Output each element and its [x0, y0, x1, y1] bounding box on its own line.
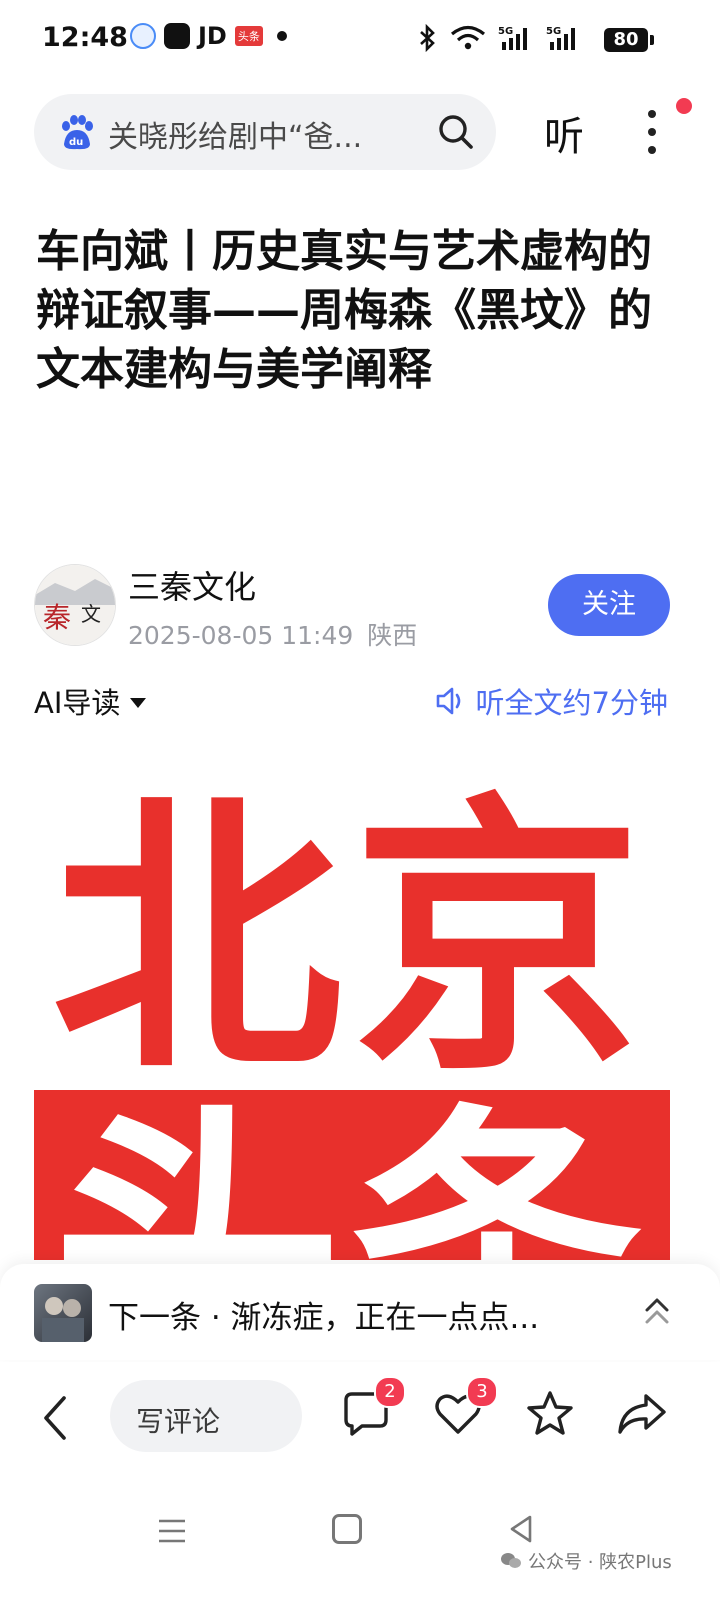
comment-count-badge: 2	[374, 1376, 406, 1408]
comment-input[interactable]: 写评论	[110, 1380, 302, 1452]
system-nav-bar: 公众号 · 陕农Plus	[0, 1486, 720, 1604]
signal-5g-icon-2: 5G	[546, 26, 575, 50]
browser-app-icon	[130, 23, 156, 49]
jd-app-icon: JD	[198, 22, 227, 50]
star-icon	[527, 1391, 573, 1435]
favorite-button[interactable]	[524, 1388, 576, 1440]
share-arrow-icon	[618, 1394, 666, 1434]
share-button[interactable]	[614, 1388, 666, 1440]
wechat-watermark: 公众号 · 陕农Plus	[500, 1548, 672, 1574]
beijing-toutiao-logo-image: 北京 头条	[34, 760, 670, 1260]
author-name[interactable]: 三秦文化	[128, 562, 256, 608]
wifi-icon	[450, 25, 486, 50]
search-bar[interactable]: du 关晓彤给剧中“爸...	[34, 94, 496, 170]
speaker-icon	[436, 687, 460, 715]
svg-text:5G: 5G	[498, 26, 513, 37]
home-button-icon[interactable]	[332, 1514, 362, 1544]
avatar-image: 秦 文	[35, 565, 115, 645]
status-indicators: 5G 5G	[418, 24, 582, 52]
notification-red-dot	[676, 98, 692, 114]
article-image[interactable]: 北京 头条	[34, 760, 670, 1260]
bottom-action-bar: 写评论 2 3	[0, 1362, 720, 1474]
like-count-badge: 3	[466, 1376, 498, 1408]
signal-5g-icon: 5G	[498, 26, 527, 50]
caret-down-icon	[130, 697, 147, 708]
baidu-paw-icon: du	[62, 115, 93, 150]
publish-date: 2025-08-05 11:49	[128, 621, 354, 650]
more-options-icon[interactable]	[640, 104, 664, 160]
svg-text:北京: 北京	[52, 772, 652, 1109]
ai-guide-toggle[interactable]: AI导读	[34, 680, 147, 722]
douyin-app-icon	[164, 23, 190, 49]
toutiao-app-icon: 头条	[234, 26, 263, 46]
listen-button[interactable]: 听	[544, 104, 584, 162]
double-chevron-up-icon[interactable]	[644, 1296, 670, 1326]
svg-text:秦: 秦	[43, 601, 71, 634]
svg-text:5G: 5G	[546, 26, 561, 37]
svg-text:文: 文	[81, 602, 101, 626]
nav-back-icon[interactable]	[508, 1514, 534, 1544]
next-article-bar[interactable]: 下一条 · 渐冻症，正在一点点...	[0, 1264, 720, 1360]
publish-location: 陕西	[367, 621, 418, 650]
svg-text:du: du	[69, 137, 83, 148]
status-bar: 12:48 JD 头条 5G 5G 80	[0, 0, 720, 82]
comment-placeholder: 写评论	[136, 1405, 221, 1438]
comments-button[interactable]: 2	[340, 1376, 406, 1440]
status-app-icons: JD 头条	[130, 22, 287, 50]
battery-icon: 80	[604, 28, 654, 52]
next-article-title[interactable]: 下一条 · 渐冻症，正在一点点...	[108, 1292, 539, 1337]
search-icon[interactable]	[436, 112, 476, 152]
listen-full-article-button[interactable]: 听全文约7分钟	[434, 680, 668, 722]
listen-full-label: 听全文约7分钟	[475, 686, 668, 720]
watermark-text: 公众号 · 陕农Plus	[528, 1552, 672, 1573]
recent-apps-icon[interactable]	[156, 1518, 188, 1544]
author-avatar[interactable]: 秦 文	[34, 564, 116, 646]
follow-button[interactable]: 关注	[548, 574, 670, 636]
wechat-icon	[501, 1553, 521, 1568]
search-query-text[interactable]: 关晓彤给剧中“爸...	[108, 112, 362, 156]
article-meta: 2025-08-05 11:49 陕西	[128, 616, 417, 652]
notification-dot-icon	[276, 31, 287, 41]
like-button[interactable]: 3	[432, 1376, 498, 1440]
back-arrow-icon[interactable]	[38, 1394, 72, 1442]
status-time: 12:48	[42, 22, 128, 53]
ai-guide-label: AI导读	[34, 686, 121, 720]
svg-text:头条: 头条	[52, 1082, 652, 1260]
next-article-thumbnail	[34, 1284, 92, 1342]
bluetooth-icon	[420, 24, 435, 52]
article-title: 车向斌丨历史真实与艺术虚构的辩证叙事——周梅森《黑坟》的文本建构与美学阐释	[36, 226, 652, 395]
